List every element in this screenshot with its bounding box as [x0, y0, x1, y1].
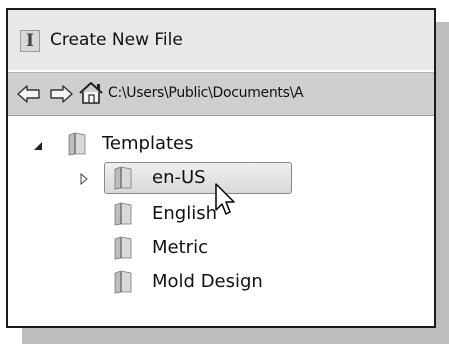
create-new-file-window: I Create New File C:\Users\Public\Docume…	[6, 8, 436, 328]
tree-item-label: English	[152, 203, 217, 224]
expand-arrow-icon[interactable]	[78, 173, 90, 185]
collapse-arrow-icon[interactable]	[32, 140, 44, 152]
tree-item-en-us[interactable]: en-US	[112, 164, 292, 192]
tree-item-templates[interactable]: Templates	[66, 130, 266, 158]
back-arrow-icon[interactable]	[16, 81, 42, 107]
folder-icon	[114, 270, 132, 294]
title-bar[interactable]: I Create New File	[8, 10, 434, 70]
tree-item-label: en-US	[152, 167, 206, 188]
path-text[interactable]: C:\Users\Public\Documents\A	[108, 85, 304, 101]
home-icon[interactable]	[78, 80, 104, 106]
folder-icon	[68, 132, 86, 156]
tree-item-english[interactable]: English	[112, 200, 292, 228]
tree-item-metric[interactable]: Metric	[112, 234, 292, 262]
folder-icon	[114, 166, 132, 190]
tree-item-label: Templates	[102, 133, 194, 154]
tree-item-label: Metric	[152, 237, 208, 258]
mouse-pointer-icon	[215, 183, 235, 215]
folder-icon	[114, 236, 132, 260]
forward-arrow-icon[interactable]	[48, 81, 74, 107]
address-bar: C:\Users\Public\Documents\A	[8, 72, 434, 116]
folder-icon	[114, 202, 132, 226]
folder-tree: Templates en-US English Metric Mold Desi…	[8, 116, 434, 326]
tree-item-mold-design[interactable]: Mold Design	[112, 268, 312, 296]
tree-item-label: Mold Design	[152, 271, 263, 292]
window-title: Create New File	[50, 30, 183, 50]
app-icon: I	[20, 30, 40, 52]
